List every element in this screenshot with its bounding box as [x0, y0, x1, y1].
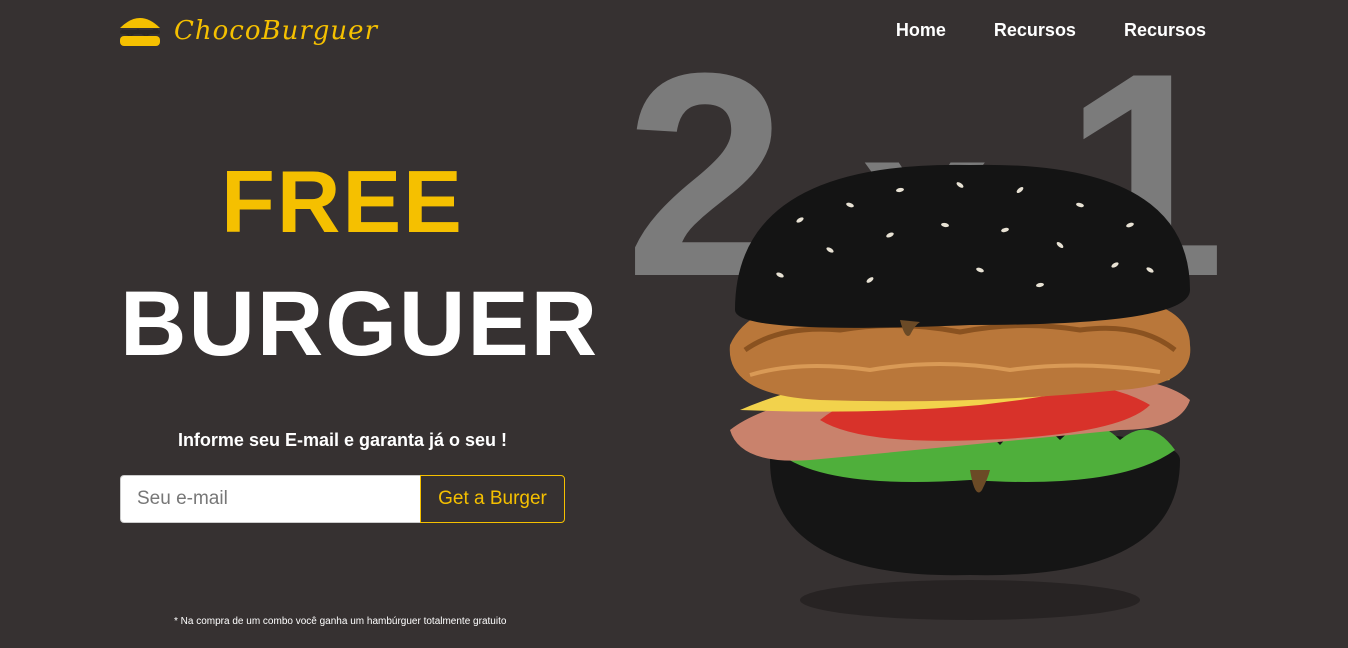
burger-logo-icon: [120, 18, 160, 46]
hero-title-free: FREE: [221, 152, 464, 251]
hero-content: FREE BURGUER Informe seu E-mail e garant…: [120, 150, 600, 451]
hero-title-burguer: BURGUER: [120, 273, 600, 375]
brand-name: ChocoBurguer: [174, 16, 378, 46]
hero-lead: Informe seu E-mail e garanta já o seu !: [177, 430, 508, 450]
email-input[interactable]: [120, 475, 420, 523]
subscribe-form: Get a Burger: [120, 475, 565, 523]
landing-page: ChocoBurguer Home Recursos Recursos 2 x …: [0, 0, 1348, 648]
brand[interactable]: ChocoBurguer: [118, 12, 378, 50]
burger-illustration: [729, 164, 1191, 620]
footnote: * Na compra de um combo você ganha um ha…: [174, 616, 507, 627]
burger-image: [720, 160, 1200, 630]
get-a-burger-button[interactable]: Get a Burger: [420, 475, 565, 523]
